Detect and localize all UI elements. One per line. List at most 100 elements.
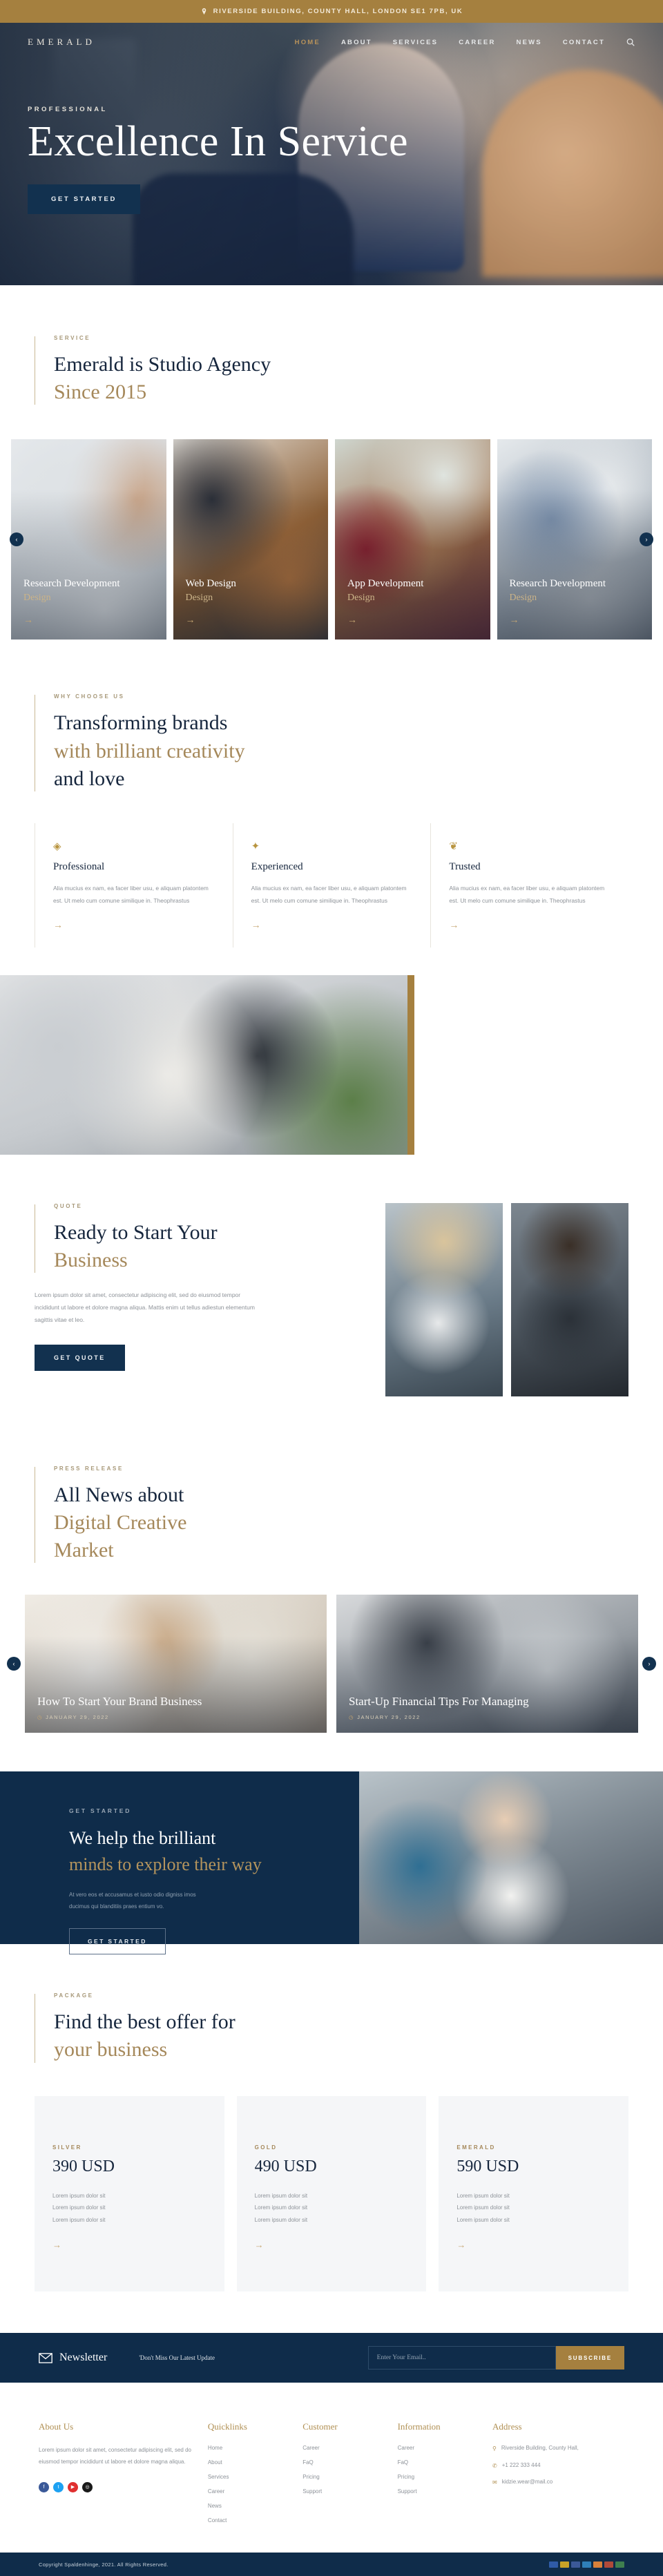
service-card-title: Research Development <box>509 578 606 590</box>
mastercard-icon <box>560 2561 569 2568</box>
service-card-arrow-icon[interactable]: → <box>23 615 157 624</box>
news-carousel-prev[interactable]: ‹ <box>7 1657 21 1671</box>
service-card[interactable]: Research Development Design → <box>497 439 652 640</box>
hero-content: PROFESSIONAL Excellence In Service GET S… <box>0 61 663 215</box>
get-quote-button[interactable]: GET QUOTE <box>35 1344 125 1371</box>
map-pin-icon <box>200 8 208 15</box>
footer-information-column: Information Career FaQ Pricing Support <box>398 2421 480 2532</box>
cta-title-line2: minds to explore their way <box>69 1854 262 1874</box>
pricing-features: Lorem ipsum dolor sit Lorem ipsum dolor … <box>52 2192 106 2223</box>
footer-information-support[interactable]: Support <box>398 2488 480 2495</box>
nav-item-home[interactable]: HOME <box>295 39 320 46</box>
service-card[interactable]: Research Development Design → <box>11 439 166 640</box>
badge-icon: ❦ <box>449 840 458 852</box>
why-title-line1: Transforming brands <box>54 711 228 735</box>
newsletter-subtitle: 'Don't Miss Our Latest Update <box>139 2354 215 2362</box>
youtube-icon[interactable]: ▶ <box>68 2481 78 2492</box>
footer-about-heading: About Us <box>39 2421 74 2432</box>
footer-link-contact[interactable]: Contact <box>208 2517 290 2524</box>
feature-title: Experienced <box>251 861 303 872</box>
nav-item-career[interactable]: CAREER <box>459 39 495 46</box>
service-carousel-prev[interactable]: ‹ <box>10 532 23 547</box>
footer-address-heading: Address <box>492 2421 522 2432</box>
hero-eyebrow: PROFESSIONAL <box>28 106 108 113</box>
news-card-date: ◷ JANUARY 29, 2022 <box>349 1714 421 1721</box>
footer-information-heading: Information <box>397 2421 441 2432</box>
cta-get-started-button[interactable]: GET STARTED <box>69 1928 166 1954</box>
pricing-amount: 390 USD <box>52 2157 115 2175</box>
footer-customer-pricing[interactable]: Pricing <box>302 2474 385 2480</box>
nav-item-contact[interactable]: CONTACT <box>563 39 605 46</box>
pricing-features: Lorem ipsum dolor sit Lorem ipsum dolor … <box>254 2192 308 2223</box>
footer-information-pricing[interactable]: Pricing <box>398 2474 480 2480</box>
top-bar: RIVERSIDE BUILDING, COUNTY HALL, LONDON … <box>0 0 663 23</box>
pricing-arrow-icon[interactable]: → <box>52 2240 206 2250</box>
twitter-icon[interactable]: t <box>53 2481 64 2492</box>
news-title-line2: Digital Creative <box>54 1510 187 1534</box>
service-card[interactable]: App Development Design → <box>335 439 490 640</box>
service-heading: SERVICE Emerald is Studio Agency Since 2… <box>35 335 628 406</box>
service-card[interactable]: Web Design Design → <box>173 439 328 640</box>
discover-icon <box>593 2561 602 2568</box>
footer-link-home[interactable]: Home <box>208 2445 290 2451</box>
nav-item-news[interactable]: NEWS <box>517 39 542 46</box>
feature-arrow-icon[interactable]: → <box>449 920 611 930</box>
feature-arrow-icon[interactable]: → <box>251 920 413 930</box>
news-card[interactable]: How To Start Your Brand Business ◷ JANUAR… <box>25 1595 327 1733</box>
site-logo[interactable]: EMERALD <box>28 37 95 48</box>
footer-customer-support[interactable]: Support <box>302 2488 385 2495</box>
feature-text: Alia mucius ex nam, ea facer liber usu, … <box>53 884 209 904</box>
hero-section: EMERALD HOME ABOUT SERVICES CAREER NEWS … <box>0 23 663 285</box>
footer-information-career[interactable]: Career <box>398 2445 480 2451</box>
diamond-icon: ◈ <box>53 840 61 852</box>
service-card-arrow-icon[interactable]: → <box>510 615 643 624</box>
quote-images <box>385 1202 628 1396</box>
quote-section: QUOTE Ready to Start Your Business Lorem… <box>0 1155 663 1438</box>
footer-link-about[interactable]: About <box>208 2459 290 2466</box>
map-pin-icon: ⚲ <box>492 2445 497 2452</box>
service-card-title: Web Design <box>185 578 236 590</box>
cta-eyebrow: GET STARTED <box>69 1807 132 1815</box>
why-eyebrow: WHY CHOOSE US <box>54 693 125 700</box>
news-heading: PRESS RELEASE All News about Digital Cre… <box>35 1465 628 1565</box>
footer-address-email[interactable]: ✉ kidzie.wear@mail.co <box>492 2479 624 2486</box>
search-icon[interactable] <box>626 37 635 47</box>
footer-customer-faq[interactable]: FaQ <box>302 2459 385 2466</box>
news-carousel-next[interactable]: › <box>642 1657 656 1671</box>
feature-arrow-icon[interactable]: → <box>53 920 215 930</box>
service-carousel-next[interactable]: › <box>640 532 653 547</box>
pricing-arrow-icon[interactable]: → <box>457 2240 611 2250</box>
pricing-title-line2: your business <box>54 2038 168 2061</box>
footer-about-text: Lorem ipsum dolor sit amet, consectetur … <box>39 2447 191 2466</box>
why-heading: WHY CHOOSE US Transforming brands with b… <box>35 693 628 793</box>
instagram-icon[interactable]: ◎ <box>82 2481 93 2492</box>
quote-title-line2: Business <box>54 1248 128 1271</box>
office-team-image <box>0 974 414 1155</box>
footer-address-location: ⚲ Riverside Building, County Hall, <box>492 2445 624 2452</box>
hero-get-started-button[interactable]: GET STARTED <box>28 184 140 215</box>
hero-title: Excellence In Service <box>28 118 408 165</box>
footer: About Us Lorem ipsum dolor sit amet, con… <box>0 2383 663 2553</box>
footer-information-faq[interactable]: FaQ <box>398 2459 480 2466</box>
newsletter-subscribe-button[interactable]: SUBSCRIBE <box>555 2346 624 2370</box>
nav-item-services[interactable]: SERVICES <box>393 39 438 46</box>
news-card[interactable]: Start-Up Financial Tips For Managing ◷ JA… <box>336 1595 638 1733</box>
newsletter-form: SUBSCRIBE <box>367 2346 624 2370</box>
pricing-arrow-icon[interactable]: → <box>255 2240 409 2250</box>
footer-customer-heading: Customer <box>302 2421 338 2432</box>
footer-address-column: Address ⚲ Riverside Building, County Hal… <box>492 2421 624 2532</box>
service-card-arrow-icon[interactable]: → <box>347 615 481 624</box>
feature-card: ❦ Trusted Alia mucius ex nam, ea facer l… <box>430 823 628 948</box>
nav-item-about[interactable]: ABOUT <box>341 39 372 46</box>
footer-link-services[interactable]: Services <box>208 2474 290 2480</box>
footer-link-career[interactable]: Career <box>208 2488 290 2495</box>
footer-address-phone-text: +1 222 333 444 <box>501 2461 541 2468</box>
facebook-icon[interactable]: f <box>39 2481 49 2492</box>
footer-link-news[interactable]: News <box>208 2503 290 2509</box>
quote-image-man <box>511 1202 628 1396</box>
mail-icon: ✉ <box>492 2479 497 2486</box>
footer-address-phone[interactable]: ✆ +1 222 333 444 <box>492 2462 624 2470</box>
service-card-arrow-icon[interactable]: → <box>186 615 319 624</box>
newsletter-email-input[interactable] <box>367 2346 556 2370</box>
footer-customer-career[interactable]: Career <box>302 2445 385 2451</box>
